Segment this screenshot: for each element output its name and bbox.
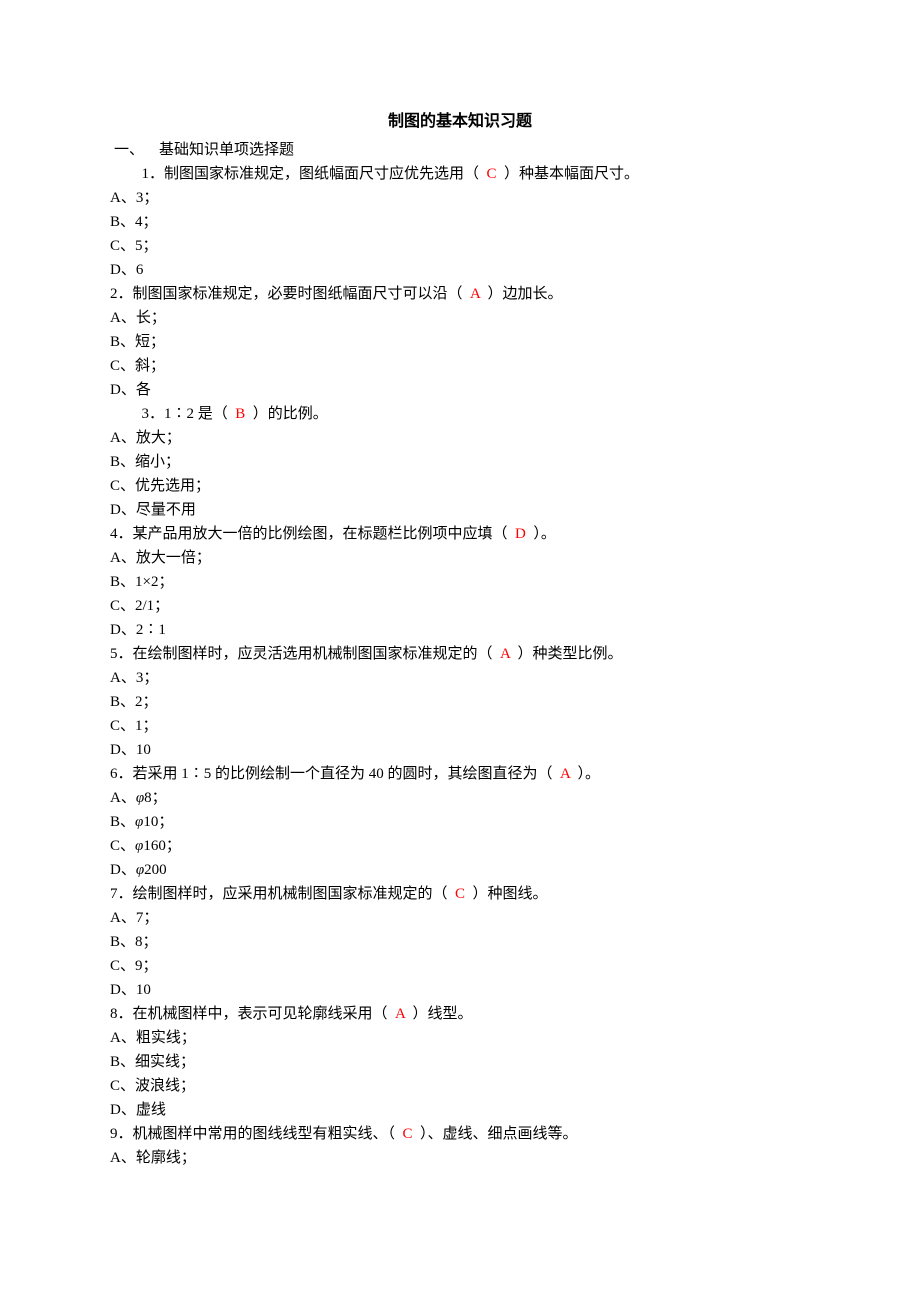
q8-opt-b: B、细实线； [110,1050,810,1074]
q3-text-after: ）的比例。 [245,406,328,422]
q7-opt-c: C、9； [110,954,810,978]
q1-opt-b: B、4； [110,210,810,234]
section-header: 一、 基础知识单项选择题 [110,138,810,162]
q4-text-after: ）。 [526,526,556,542]
q2-text-before: 2．制图国家标准规定，必要时图纸幅面尺寸可以沿（ [110,286,470,302]
q4-opt-a: A、放大一倍； [110,546,810,570]
q2-opt-c: C、斜； [110,354,810,378]
question-1: 1．制图国家标准规定，图纸幅面尺寸应优先选用（ C ）种基本幅面尺寸。 [110,162,810,186]
q5-opt-b: B、2； [110,690,810,714]
q8-answer: A [395,1006,405,1022]
q4-text-before: 4．某产品用放大一倍的比例绘图，在标题栏比例项中应填（ [110,526,515,542]
question-5: 5．在绘制图样时，应灵活选用机械制图国家标准规定的（ A ）种类型比例。 [110,642,810,666]
document-title: 制图的基本知识习题 [110,110,810,134]
question-8: 8．在机械图样中，表示可见轮廓线采用（ A ）线型。 [110,1002,810,1026]
phi-icon: φ [136,790,144,806]
q6-text-before: 6．若采用 1∶5 的比例绘制一个直径为 40 的圆时，其绘图直径为（ [110,766,560,782]
q2-opt-d: D、各 [110,378,810,402]
q2-answer: A [470,286,480,302]
q4-opt-d: D、2∶1 [110,618,810,642]
q8-opt-c: C、波浪线； [110,1074,810,1098]
q9-text-after: ）、虚线、细点画线等。 [413,1126,578,1142]
q5-opt-a: A、3； [110,666,810,690]
q6-opt-c: C、φ160； [110,834,810,858]
q1-opt-d: D、6 [110,258,810,282]
question-7: 7．绘制图样时，应采用机械制图国家标准规定的（ C ）种图线。 [110,882,810,906]
q1-answer: C [487,166,497,182]
q1-text-before: 1．制图国家标准规定，图纸幅面尺寸应优先选用（ [134,166,487,182]
q5-opt-c: C、1； [110,714,810,738]
q3-answer: B [235,406,245,422]
q3-opt-a: A、放大； [110,426,810,450]
q5-opt-d: D、10 [110,738,810,762]
q8-text-before: 8．在机械图样中，表示可见轮廓线采用（ [110,1006,395,1022]
q5-answer: A [500,646,510,662]
q1-text-after: ）种基本幅面尺寸。 [497,166,640,182]
q9-answer: C [403,1126,413,1142]
q6-opt-d: D、φ200 [110,858,810,882]
q2-text-after: ）边加长。 [480,286,563,302]
q3-opt-b: B、缩小； [110,450,810,474]
q4-opt-c: C、2/1； [110,594,810,618]
q5-text-after: ）种类型比例。 [510,646,623,662]
q3-opt-c: C、优先选用； [110,474,810,498]
q3-opt-d: D、尽量不用 [110,498,810,522]
q2-opt-a: A、长； [110,306,810,330]
q4-opt-b: B、1×2； [110,570,810,594]
q7-opt-a: A、7； [110,906,810,930]
question-2: 2．制图国家标准规定，必要时图纸幅面尺寸可以沿（ A ）边加长。 [110,282,810,306]
q6-opt-b: B、φ10； [110,810,810,834]
q8-opt-a: A、粗实线； [110,1026,810,1050]
document-page: 制图的基本知识习题 一、 基础知识单项选择题 1．制图国家标准规定，图纸幅面尺寸… [0,0,920,1230]
question-4: 4．某产品用放大一倍的比例绘图，在标题栏比例项中应填（ D ）。 [110,522,810,546]
question-6: 6．若采用 1∶5 的比例绘制一个直径为 40 的圆时，其绘图直径为（ A ）。 [110,762,810,786]
q7-opt-d: D、10 [110,978,810,1002]
q3-text-before: 3．1∶2 是（ [134,406,235,422]
q6-text-after: ）。 [570,766,600,782]
q1-opt-a: A、3； [110,186,810,210]
q6-answer: A [560,766,570,782]
question-3: 3．1∶2 是（ B ）的比例。 [110,402,810,426]
q6-opt-a: A、φ8； [110,786,810,810]
q7-text-after: ）种图线。 [465,886,548,902]
q8-text-after: ）线型。 [405,1006,473,1022]
q4-answer: D [515,526,526,542]
q8-opt-d: D、虚线 [110,1098,810,1122]
q5-text-before: 5．在绘制图样时，应灵活选用机械制图国家标准规定的（ [110,646,500,662]
question-9: 9．机械图样中常用的图线线型有粗实线、（ C ）、虚线、细点画线等。 [110,1122,810,1146]
q7-opt-b: B、8； [110,930,810,954]
phi-icon: φ [136,862,144,878]
q7-text-before: 7．绘制图样时，应采用机械制图国家标准规定的（ [110,886,455,902]
q9-opt-a: A、轮廓线； [110,1146,810,1170]
q7-answer: C [455,886,465,902]
q9-text-before: 9．机械图样中常用的图线线型有粗实线、（ [110,1126,403,1142]
q1-opt-c: C、5； [110,234,810,258]
q2-opt-b: B、短； [110,330,810,354]
